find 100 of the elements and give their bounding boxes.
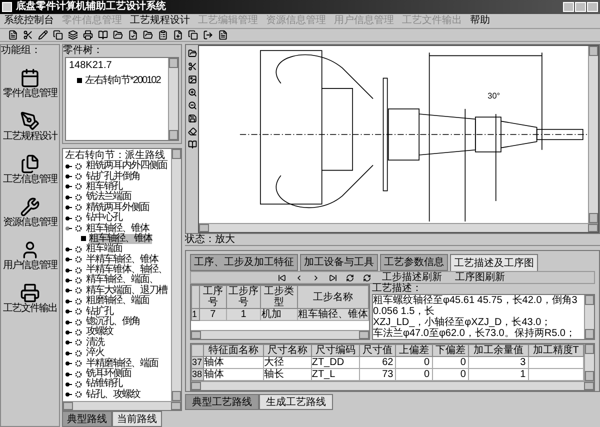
scrollbar[interactable] xyxy=(584,295,594,339)
tree-root[interactable]: 左右转向节：派生路线 xyxy=(65,150,171,161)
nav-icon[interactable] xyxy=(312,274,320,282)
tree-item[interactable]: 半精磨轴径、端面 xyxy=(85,358,159,369)
function-label[interactable]: 工艺规程设计 xyxy=(3,131,57,143)
toolbar-icon[interactable] xyxy=(53,30,63,40)
toolbar-icon[interactable] xyxy=(83,30,93,40)
tree-item[interactable]: 精车轴径、端面、 xyxy=(85,275,159,286)
tab[interactable]: 工序、工步及加工特征 xyxy=(190,254,298,271)
toolbar-icon[interactable] xyxy=(218,30,228,40)
node-key-icon[interactable] xyxy=(65,370,72,378)
node-key-icon[interactable] xyxy=(65,360,72,368)
horizontal-scrollbar[interactable] xyxy=(63,401,181,410)
toolbar-icon[interactable] xyxy=(8,30,18,40)
scrollbar[interactable] xyxy=(168,58,178,140)
function-label[interactable]: 零件信息管理 xyxy=(3,88,57,100)
nav-icon[interactable] xyxy=(346,274,354,282)
function-icon[interactable] xyxy=(20,283,40,303)
tool-icon[interactable] xyxy=(188,75,196,84)
node-key-icon[interactable] xyxy=(65,380,72,388)
node-key-icon[interactable] xyxy=(65,183,72,190)
menu-item[interactable]: 工艺规程设计 xyxy=(130,16,190,26)
tab[interactable]: 工艺描述及工序图 xyxy=(450,254,538,271)
tree-item[interactable]: 粗车端面 xyxy=(85,244,123,254)
toolbar-icon[interactable] xyxy=(113,30,123,40)
tool-icon[interactable] xyxy=(188,114,196,123)
scrollbar[interactable] xyxy=(584,344,594,381)
tree-item[interactable]: 半精车轴径、锥体 xyxy=(85,254,159,265)
tree-item[interactable]: 粗车销孔 xyxy=(85,182,123,192)
node-key-icon[interactable] xyxy=(65,173,72,180)
toolbar-icon[interactable] xyxy=(173,30,183,40)
function-label[interactable]: 资源信息管理 xyxy=(3,217,57,229)
node-key-icon[interactable] xyxy=(65,162,72,170)
nav-icon[interactable] xyxy=(329,274,337,282)
node-key-icon[interactable] xyxy=(65,225,72,232)
tree-item[interactable]: 精铣两耳外侧面 xyxy=(85,202,150,213)
function-label[interactable]: 工艺信息管理 xyxy=(3,174,57,186)
tree-item[interactable]: 精车大端面、退刀槽 xyxy=(85,286,168,296)
toolbar-icon[interactable] xyxy=(143,30,153,40)
menu-item[interactable]: 帮助 xyxy=(470,16,490,26)
node-key-icon[interactable] xyxy=(65,256,72,264)
menu-item[interactable]: 系统控制台 xyxy=(4,16,54,26)
tree-item[interactable]: 钻扩孔并倒角 xyxy=(85,172,141,182)
node-key-icon[interactable] xyxy=(65,328,72,336)
toolbar-icon[interactable] xyxy=(38,30,48,40)
node-key-icon[interactable] xyxy=(65,214,72,222)
nav-icon[interactable] xyxy=(295,274,303,282)
toolbar-icon[interactable] xyxy=(158,30,168,40)
tab[interactable]: 当前路线 xyxy=(112,411,162,427)
tree-item[interactable]: 左右转向节*200102 xyxy=(85,73,160,88)
node-key-icon[interactable] xyxy=(65,204,72,212)
nav-icon[interactable] xyxy=(363,274,371,282)
horizontal-scrollbar[interactable] xyxy=(199,223,598,232)
tool-icon[interactable] xyxy=(188,127,196,136)
tree-item[interactable]: 清洗 xyxy=(85,338,105,348)
function-label[interactable]: 用户信息管理 xyxy=(3,260,57,272)
tree-item[interactable]: 粗铣两耳内外四侧面 xyxy=(85,161,168,172)
function-icon[interactable] xyxy=(20,197,40,217)
tool-icon[interactable] xyxy=(188,101,196,110)
toolbar-icon[interactable] xyxy=(188,30,198,40)
tab[interactable]: 加工设备与工具 xyxy=(300,254,378,271)
node-key-icon[interactable] xyxy=(65,391,72,398)
tool-icon[interactable] xyxy=(188,49,196,58)
scrollbar[interactable] xyxy=(588,46,598,223)
node-key-icon[interactable] xyxy=(65,339,72,346)
horizontal-scrollbar[interactable] xyxy=(191,330,369,339)
tree-item[interactable]: 淬火 xyxy=(85,348,105,358)
toolbar-icon[interactable] xyxy=(203,30,213,40)
tree-item[interactable]: 铣耳环侧面 xyxy=(85,369,132,379)
tree-item[interactable]: 钻扩孔 xyxy=(85,306,114,317)
tab[interactable]: 工艺参数信息 xyxy=(380,254,448,271)
tab[interactable]: 生成工艺路线 xyxy=(259,394,333,410)
tree-item[interactable]: 粗磨轴径、端面 xyxy=(85,296,150,306)
node-key-icon[interactable] xyxy=(65,194,72,201)
node-key-icon[interactable] xyxy=(65,246,72,253)
tool-icon[interactable] xyxy=(188,88,196,97)
tree-item[interactable]: 粗车轴径、锥体 xyxy=(89,234,152,244)
function-icon[interactable] xyxy=(20,154,40,174)
node-key-icon[interactable] xyxy=(65,350,72,357)
refresh-button[interactable]: 工步描述刷新 xyxy=(380,272,444,282)
tree-item[interactable]: 铣法兰端面 xyxy=(85,192,132,202)
toolbar-icon[interactable] xyxy=(128,30,138,40)
function-icon[interactable] xyxy=(20,68,40,88)
scrollbar[interactable] xyxy=(171,149,181,401)
node-key-icon[interactable] xyxy=(65,318,72,326)
tool-icon[interactable] xyxy=(188,62,196,71)
function-icon[interactable] xyxy=(20,111,40,131)
tree-item[interactable]: 攻螺纹 xyxy=(85,327,114,338)
tree-item[interactable]: 钻锥销孔 xyxy=(85,379,123,390)
node-key-icon[interactable] xyxy=(65,287,72,294)
tree-item[interactable]: 钻孔、攻螺纹 xyxy=(85,390,141,400)
toolbar-icon[interactable] xyxy=(98,30,108,40)
tool-icon[interactable] xyxy=(188,140,196,149)
tree-item[interactable]: 钻中心孔 xyxy=(85,213,123,224)
tree-root[interactable]: 148K21.7 xyxy=(69,58,168,73)
function-label[interactable]: 工艺文件输出 xyxy=(3,303,57,315)
node-key-icon[interactable] xyxy=(65,266,72,274)
toolbar-icon[interactable] xyxy=(23,30,33,40)
refresh-button[interactable]: 工序图刷新 xyxy=(453,272,507,282)
tab[interactable]: 典型工艺路线 xyxy=(185,394,259,410)
